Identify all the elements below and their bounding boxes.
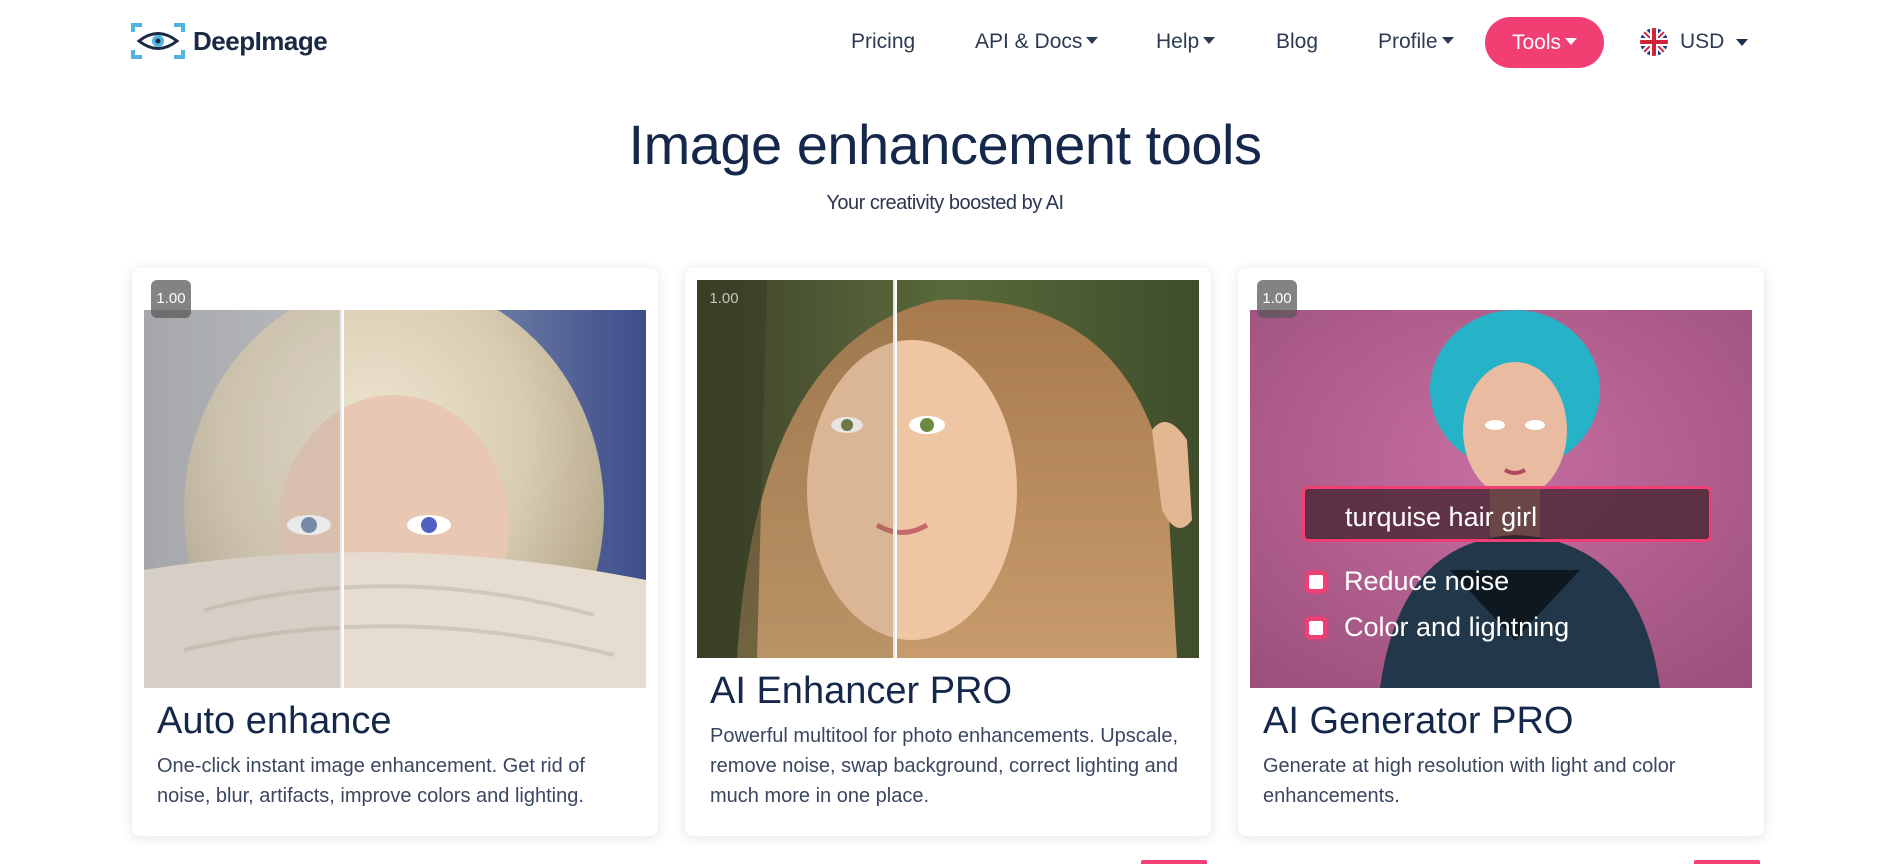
card-description: Powerful multitool for photo enhancement… xyxy=(710,725,1179,807)
checkbox-icon xyxy=(1305,616,1327,639)
nav-blog[interactable]: Blog xyxy=(1276,17,1318,67)
checkbox-icon xyxy=(1305,570,1327,593)
card-description: One-click instant image enhancement. Get… xyxy=(157,755,585,807)
next-row-button-peek xyxy=(1141,860,1207,864)
currency-selector[interactable]: USD xyxy=(1640,17,1749,67)
chevron-down-icon xyxy=(1086,37,1099,44)
nav-help-label: Help xyxy=(1156,30,1200,53)
zoom-badge: 1.00 xyxy=(709,290,739,307)
before-after-image[interactable] xyxy=(697,280,1199,658)
chevron-down-icon xyxy=(1203,37,1216,44)
nav-profile-label: Profile xyxy=(1378,30,1438,53)
page-title: Image enhancement tools xyxy=(628,113,1262,176)
page-subtitle: Your creativity boosted by AI xyxy=(826,192,1064,214)
chevron-down-icon xyxy=(1441,37,1454,44)
tools-button-label: Tools xyxy=(1511,31,1562,54)
zoom-badge: 1.00 xyxy=(151,280,191,318)
generated-image[interactable]: turquise hair girl Reduce noise Color an… xyxy=(1250,310,1752,688)
tool-card-ai-generator-pro[interactable]: turquise hair girl Reduce noise Color an… xyxy=(1238,268,1764,836)
prompt-input: turquise hair girl xyxy=(1302,486,1712,542)
nav-pricing[interactable]: Pricing xyxy=(851,17,915,67)
zoom-badge: 1.00 xyxy=(1257,280,1297,318)
card-title: AI Generator PRO xyxy=(1263,700,1574,742)
logo-text: DeepImage xyxy=(193,25,328,56)
card-description: Generate at high resolution with light a… xyxy=(1263,755,1676,807)
logo[interactable]: DeepImage xyxy=(131,22,328,60)
nav-profile[interactable]: Profile xyxy=(1378,17,1454,67)
tool-card-ai-enhancer-pro[interactable]: 1.00 AI Enhancer PRO Powerful multitool … xyxy=(685,268,1211,836)
option-label: Reduce noise xyxy=(1344,566,1510,596)
auto-enhance-photo xyxy=(144,310,646,688)
nav-api-docs[interactable]: API & Docs xyxy=(975,17,1099,67)
currency-label: USD xyxy=(1680,30,1725,53)
logo-eye-icon xyxy=(131,23,185,59)
option-color-lightning: Color and lightning xyxy=(1305,612,1569,643)
card-title: Auto enhance xyxy=(157,700,392,742)
chevron-down-icon xyxy=(1736,38,1749,46)
tools-button[interactable]: Tools xyxy=(1485,17,1604,68)
next-row-button-peek xyxy=(1694,860,1760,864)
site-header: DeepImage Pricing API & Docs Help Blog P… xyxy=(0,0,1890,84)
option-label: Color and lightning xyxy=(1344,612,1570,642)
chevron-down-icon xyxy=(1565,38,1578,45)
nav-help[interactable]: Help xyxy=(1156,17,1216,67)
card-title: AI Enhancer PRO xyxy=(710,670,1013,712)
before-after-image[interactable] xyxy=(144,310,646,688)
tool-card-auto-enhance[interactable]: 1.00 Auto enhance One-click instant imag… xyxy=(132,268,658,836)
nav-api-docs-label: API & Docs xyxy=(975,30,1083,53)
uk-flag-icon xyxy=(1640,28,1668,56)
option-reduce-noise: Reduce noise xyxy=(1305,566,1509,597)
ai-enhancer-photo xyxy=(697,280,1199,658)
